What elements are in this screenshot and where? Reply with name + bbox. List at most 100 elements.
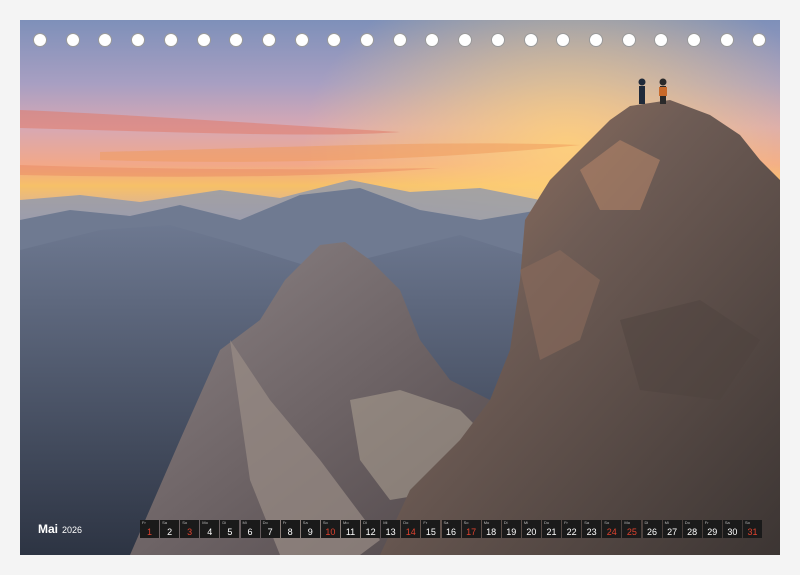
day-number: 16 — [445, 527, 456, 537]
weekday-label: So — [322, 520, 328, 525]
day-cell: Sa 2 — [160, 520, 180, 538]
day-number: 14 — [405, 527, 416, 537]
day-number: 18 — [486, 527, 497, 537]
day-cell: So 31 — [743, 520, 762, 538]
day-number: 23 — [586, 527, 597, 537]
day-number: 4 — [207, 527, 213, 537]
weekday-label: Do — [684, 520, 690, 525]
binding-ring — [33, 33, 47, 47]
binding-ring — [523, 33, 538, 47]
calendar-page: Mai 2026 Fr 1 Sa 2 So 3 Mo 4 Di 5 Mi 6 Do 7 Fr 8 Sa 9 So 10 M… — [0, 0, 800, 575]
weekday-label: Sa — [584, 520, 590, 525]
weekday-label: Fr — [282, 520, 287, 525]
binding-ring — [588, 33, 603, 47]
binding-ring — [163, 33, 178, 47]
day-cell: Sa 9 — [300, 520, 320, 538]
weekday-label: Mi — [523, 520, 529, 525]
day-number: 3 — [187, 527, 193, 537]
day-cell: Do 14 — [401, 520, 421, 538]
weekday-label: Mo — [624, 520, 630, 525]
weekday-label: So — [463, 520, 469, 525]
day-cell: Mo 11 — [341, 520, 360, 538]
weekday-label: So — [745, 520, 750, 525]
day-number: 1 — [146, 527, 152, 537]
day-cell: Mo 4 — [200, 520, 220, 538]
day-number: 17 — [466, 527, 477, 537]
day-cell: So 3 — [180, 520, 200, 538]
day-cell: Di 19 — [501, 520, 521, 538]
weekday-label: Di — [222, 520, 227, 525]
weekday-label: Sa — [162, 520, 167, 525]
weekday-label: Do — [544, 520, 550, 525]
binding-ring — [131, 33, 146, 47]
binding-ring — [65, 33, 80, 47]
day-number: 10 — [325, 527, 336, 537]
day-cell: Mi 20 — [521, 520, 541, 538]
day-number: 11 — [345, 527, 356, 537]
day-cell: So 10 — [320, 520, 340, 538]
weekday-label: Sa — [302, 520, 308, 525]
day-number: 26 — [646, 527, 657, 537]
day-number: 2 — [167, 527, 173, 537]
day-number: 24 — [606, 527, 617, 537]
day-cell: Do 21 — [542, 520, 561, 538]
binding-rings — [20, 33, 780, 51]
binding-ring — [327, 33, 342, 47]
day-cell: So 24 — [602, 520, 622, 538]
binding-ring — [261, 33, 276, 47]
binding-ring — [490, 33, 505, 47]
day-number: 25 — [626, 527, 637, 537]
binding-ring — [425, 33, 440, 47]
weekday-label: So — [182, 520, 188, 525]
binding-ring — [360, 33, 374, 47]
binding-ring — [98, 33, 113, 47]
day-number: 12 — [365, 527, 376, 537]
day-number: 9 — [307, 527, 313, 537]
day-cell: Fr 29 — [702, 520, 722, 538]
weekday-label: So — [604, 520, 610, 525]
weekday-label: Di — [644, 520, 649, 525]
binding-ring — [752, 33, 767, 47]
weekday-label: Mi — [383, 520, 388, 525]
day-number: 27 — [667, 527, 678, 537]
day-number: 5 — [227, 527, 233, 537]
day-cell: Fr 8 — [280, 520, 300, 538]
binding-ring — [229, 33, 244, 47]
weekday-label: Sa — [724, 520, 730, 525]
day-cell: Sa 23 — [582, 520, 602, 538]
mountain-sunrise-photo — [20, 20, 780, 555]
day-number: 28 — [687, 527, 698, 537]
weekday-label: Do — [403, 520, 409, 525]
day-number: 20 — [526, 527, 537, 537]
binding-ring — [556, 33, 571, 47]
binding-ring — [687, 33, 701, 47]
day-cell: Fr 15 — [421, 520, 441, 538]
day-number: 8 — [287, 527, 293, 537]
day-cell: Fr 22 — [562, 520, 582, 538]
day-cell: Di 5 — [220, 520, 240, 538]
weekday-label: Fr — [142, 520, 146, 525]
day-cell: Fr 1 — [140, 520, 159, 538]
binding-ring — [719, 33, 734, 47]
binding-ring — [294, 33, 309, 47]
day-number: 22 — [566, 527, 577, 537]
weekday-label: Sa — [443, 520, 449, 525]
weekday-label: Di — [503, 520, 508, 525]
day-number: 29 — [707, 527, 718, 537]
weekday-label: Di — [363, 520, 367, 525]
day-cell: Mi 6 — [240, 520, 260, 538]
binding-ring — [654, 33, 669, 47]
binding-ring — [458, 33, 473, 47]
weekday-label: Mi — [242, 520, 247, 525]
day-cell: So 17 — [461, 520, 481, 538]
day-number: 31 — [747, 527, 758, 537]
day-cell: Di 12 — [361, 520, 381, 538]
year-label: 2026 — [62, 525, 83, 535]
day-number: 19 — [506, 527, 517, 537]
weekday-label: Mo — [343, 520, 349, 525]
day-number: 21 — [546, 527, 557, 537]
weekday-label: Fr — [704, 520, 709, 525]
binding-ring — [196, 33, 211, 47]
weekday-label: Mi — [664, 520, 669, 525]
binding-ring — [621, 33, 636, 47]
